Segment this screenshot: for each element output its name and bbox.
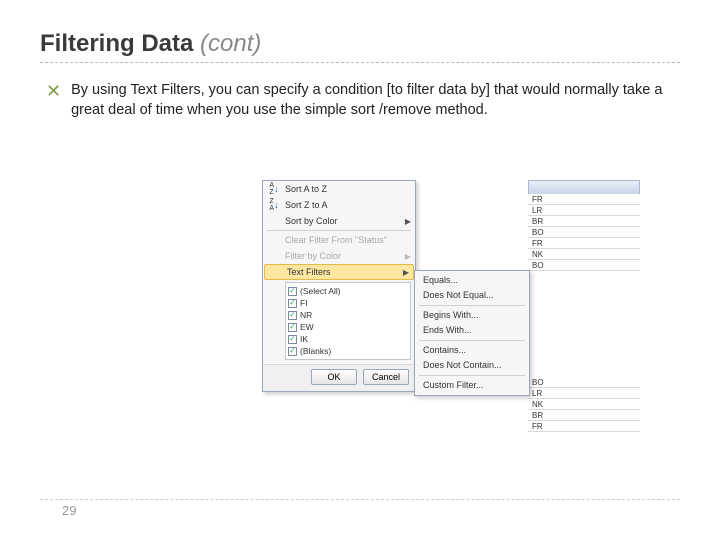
title-divider [40,62,680,63]
clear-filter-item: Clear Filter From "Status" [263,232,415,248]
sort-az-icon: AZ↓ [267,183,281,195]
filter-by-color-item: Filter by Color ▶ [263,248,415,264]
filter-check-label: (Blanks) [300,346,331,356]
worksheet-cell: BR [528,216,640,227]
footer-divider [40,499,680,500]
worksheet-cell: NK [528,399,640,410]
chevron-right-icon: ▶ [403,268,409,277]
filter-check-item[interactable]: ✓(Select All) [288,285,408,297]
sort-by-color-item[interactable]: Sort by Color ▶ [263,213,415,229]
chevron-right-icon: ▶ [405,217,411,226]
filter-check-label: FI [300,298,308,308]
excel-screenshot: FRLRBRBOFRNKBO BOLRNKBRFR AZ↓ Sort A to … [262,180,640,410]
text-filters-item[interactable]: Text Filters ▶ [264,264,414,280]
title-main: Filtering Data [40,30,193,57]
filter-check-item[interactable]: ✓(Blanks) [288,345,408,357]
worksheet-cell: BO [528,377,640,388]
checkbox-icon[interactable]: ✓ [288,287,297,296]
worksheet-cell: BO [528,260,640,271]
bullet-icon: ✕ [40,81,71,120]
cancel-button[interactable]: Cancel [363,369,409,385]
filter-check-label: NR [300,310,312,320]
filter-check-item[interactable]: ✓FI [288,297,408,309]
funnel-clear-icon [267,234,281,246]
text-filters-icon [269,266,283,278]
text-filters-submenu[interactable]: Equals... Does Not Equal... Begins With.… [414,270,530,396]
filter-check-item[interactable]: ✓EW [288,321,408,333]
filter-check-label: (Select All) [300,286,341,296]
filter-check-label: EW [300,322,314,332]
sort-za-icon: ZA↓ [267,199,281,211]
worksheet-cell: LR [528,388,640,399]
checkbox-icon[interactable]: ✓ [288,347,297,356]
worksheet-cell: BR [528,410,640,421]
filter-color-icon [267,250,281,262]
worksheet-cell: FR [528,421,640,432]
worksheet-column: FRLRBRBOFRNKBO BOLRNKBRFR [528,180,640,410]
bullet-text: By using Text Filters, you can specify a… [71,81,671,120]
checkbox-icon[interactable]: ✓ [288,311,297,320]
contains-item[interactable]: Contains... [415,343,529,358]
checkbox-icon[interactable]: ✓ [288,335,297,344]
chevron-right-icon: ▶ [405,252,411,261]
ok-button[interactable]: OK [311,369,357,385]
page-number: 29 [62,503,76,518]
worksheet-cell: FR [528,238,640,249]
not-equal-item[interactable]: Does Not Equal... [415,288,529,303]
slide-title: Filtering Data (cont) [40,30,680,58]
custom-filter-item[interactable]: Custom Filter... [415,378,529,393]
sort-az-item[interactable]: AZ↓ Sort A to Z [263,181,415,197]
worksheet-cell: NK [528,249,640,260]
ends-with-item[interactable]: Ends With... [415,323,529,338]
title-suffix: (cont) [200,30,261,57]
worksheet-cell: BO [528,227,640,238]
autofilter-dropdown[interactable]: AZ↓ Sort A to Z ZA↓ Sort Z to A Sort by … [262,180,416,392]
sort-color-icon [267,215,281,227]
filter-check-item[interactable]: ✓IK [288,333,408,345]
worksheet-cell: FR [528,194,640,205]
worksheet-cell: LR [528,205,640,216]
sort-za-item[interactable]: ZA↓ Sort Z to A [263,197,415,213]
filter-check-label: IK [300,334,308,344]
checkbox-icon[interactable]: ✓ [288,299,297,308]
filter-check-item[interactable]: ✓NR [288,309,408,321]
checkbox-icon[interactable]: ✓ [288,323,297,332]
filter-checklist[interactable]: ✓(Select All)✓FI✓NR✓EW✓IK✓(Blanks) [285,282,411,360]
begins-with-item[interactable]: Begins With... [415,308,529,323]
equals-item[interactable]: Equals... [415,273,529,288]
not-contain-item[interactable]: Does Not Contain... [415,358,529,373]
